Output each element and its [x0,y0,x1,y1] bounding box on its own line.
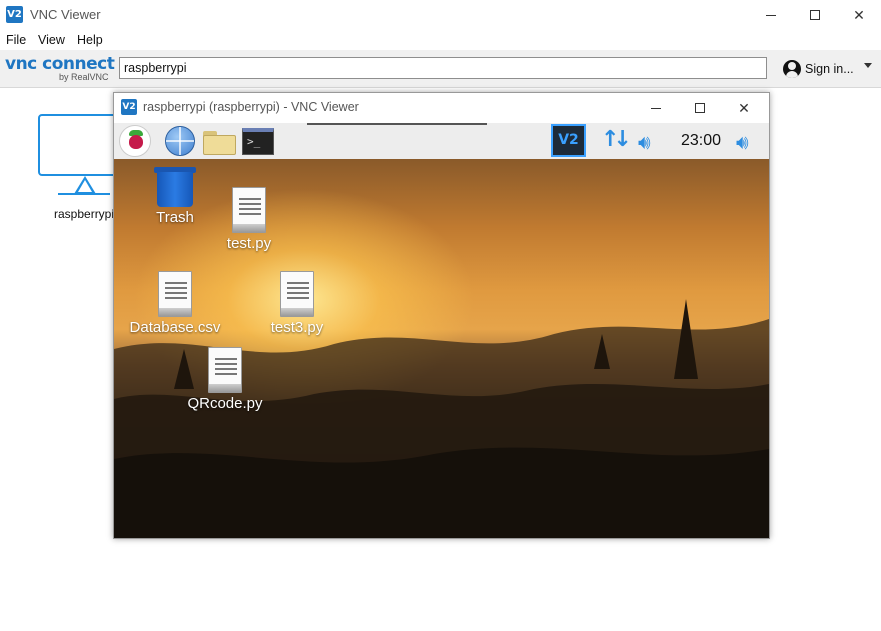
line [215,373,237,375]
remote-session-window[interactable]: V2 raspberrypi (raspberrypi) - VNC Viewe… [113,92,770,539]
vnc-app-icon: V2 [6,6,23,23]
session-title-bar: V2 raspberrypi (raspberrypi) - VNC Viewe… [114,93,769,123]
file-foot [233,224,265,232]
vnc-app-icon: V2 [121,99,137,115]
person-icon [783,60,801,78]
line [239,203,261,205]
session-close-button[interactable]: ✕ [722,93,766,123]
pi-taskbar: >_ V2 ↑↓ 🔊︎ 23:00 🔊︎ [114,123,769,159]
minimize-icon [651,107,661,109]
vnc-server-tray-icon[interactable]: V2 [551,124,586,157]
desktop-icon-label: Database.csv [129,319,221,336]
session-title: raspberrypi (raspberrypi) - VNC Viewer [143,100,359,114]
sign-in-label: Sign in... [805,62,854,76]
file-lines [165,282,187,302]
line [239,198,261,200]
volume-icon[interactable]: 🔊︎ [736,130,749,154]
desktop-icon-test3-py[interactable]: test3.py [242,271,352,336]
remote-desktop[interactable]: Trash test.py Database.csv test3.py QRco… [114,159,769,538]
file-icon [158,271,192,317]
desktop-icon-test-py[interactable]: test.py [194,187,304,252]
computer-entry-label[interactable]: raspberrypi [54,207,114,221]
folder-body [203,135,236,155]
line [287,282,309,284]
raspberry-menu-icon[interactable] [119,125,151,157]
maximize-icon [810,10,820,20]
file-foot [281,308,313,316]
address-input[interactable] [119,57,767,79]
trash-icon [154,167,196,207]
vnc-connect-logo: vnc connect by RealVNC [5,54,115,84]
desktop-icon-database-csv[interactable]: Database.csv [120,271,230,336]
close-button[interactable]: ✕ [836,0,881,30]
web-browser-icon[interactable] [165,126,195,156]
file-lines [239,198,261,218]
line [239,213,261,215]
maximize-icon [695,103,705,113]
file-icon [280,271,314,317]
brand-subtitle: by RealVNC [59,72,109,82]
line [215,368,237,370]
menu-bar: File View Help [0,30,881,50]
sign-in-button[interactable]: Sign in... [783,58,854,80]
file-foot [209,384,241,392]
line [239,208,261,210]
chevron-down-icon[interactable] [864,63,872,68]
line [287,297,309,299]
line [165,282,187,284]
minimize-icon [766,14,776,16]
session-minimize-button[interactable] [634,93,678,123]
menu-view[interactable]: View [38,33,65,47]
vnc-viewer-app: V2 VNC Viewer ✕ File View Help vnc conne… [0,0,881,631]
trash-body [157,172,193,207]
close-icon: ✕ [738,99,750,116]
file-lines [215,358,237,378]
raspberry-berry [129,135,143,149]
monitor-base [58,193,110,195]
file-icon [208,347,242,393]
menu-file[interactable]: File [6,33,26,47]
line [215,363,237,365]
bluetooth-audio-icon[interactable]: 🔊︎ [638,130,651,154]
desktop-icon-label: QRcode.py [187,395,263,412]
title-bar: V2 VNC Viewer ✕ [0,0,881,30]
desktop-icon-label: test3.py [270,319,324,336]
line [287,287,309,289]
session-maximize-button[interactable] [678,93,722,123]
taskbar-drop-line [307,123,487,125]
desktop-icon-label: test.py [226,235,272,252]
line [165,297,187,299]
minimize-button[interactable] [748,0,794,30]
line [215,358,237,360]
close-icon: ✕ [853,6,865,23]
menu-help[interactable]: Help [77,33,103,47]
terminal-icon[interactable]: >_ [242,128,274,155]
monitor-stand-inner [78,180,92,192]
file-lines [287,282,309,302]
file-foot [159,308,191,316]
desktop-icon-qrcode-py[interactable]: QRcode.py [170,347,280,412]
maximize-button[interactable] [792,0,838,30]
network-icon[interactable]: ↑↓ [601,127,632,152]
line [165,287,187,289]
window-title: VNC Viewer [30,7,101,22]
brand-logo-text: vnc connect [5,54,115,74]
taskbar-clock: 23:00 [681,132,722,149]
line [165,292,187,294]
line [287,292,309,294]
file-icon [232,187,266,233]
file-manager-icon[interactable] [203,131,236,155]
toolbar: vnc connect by RealVNC Sign in... [0,50,881,88]
